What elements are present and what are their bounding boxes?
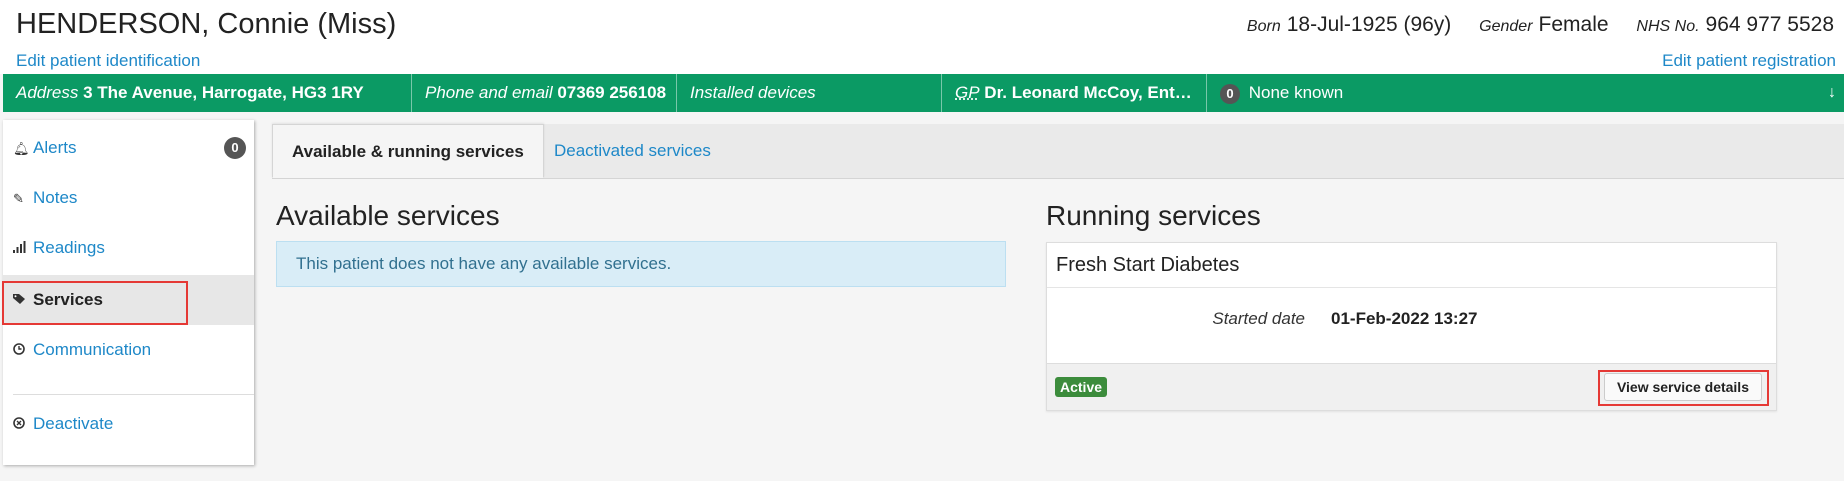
banner-allergies[interactable]: 0 None known (1207, 74, 1844, 112)
edit-patient-identification-link[interactable]: Edit patient identification (16, 51, 200, 71)
sidebar-item-services[interactable]: Services (3, 275, 254, 325)
address-label: Address (16, 83, 79, 102)
sidebar-item-deactivate[interactable]: Deactivate (3, 399, 254, 449)
born-value: 18-Jul-1925 (96y) (1286, 13, 1452, 36)
sidebar-item-label: Readings (33, 238, 105, 257)
bell-icon: 🔔︎ (13, 141, 30, 156)
patient-banner: Address 3 The Avenue, Harrogate, HG3 1RY… (3, 74, 1844, 112)
sidebar-item-readings[interactable]: Readings (3, 223, 254, 273)
phone-value: 07369 256108 (557, 83, 667, 102)
sidebar-divider (13, 394, 254, 395)
sidebar-item-label: Alerts (33, 138, 77, 157)
card-divider (1047, 287, 1776, 288)
no-available-services-message: This patient does not have any available… (276, 241, 1006, 287)
service-card: Fresh Start Diabetes Started date 01-Feb… (1046, 242, 1777, 411)
installed-devices-label: Installed devices (690, 83, 816, 102)
sidebar-item-notes[interactable]: ✎ Notes (3, 173, 254, 223)
services-tabs: Available & running services Deactivated… (272, 124, 1844, 179)
signal-icon (13, 224, 33, 274)
tab-available-running[interactable]: Available & running services (272, 124, 544, 178)
service-card-footer: Active View service details (1047, 363, 1776, 410)
patient-name: HENDERSON, Connie (Miss) (16, 8, 397, 40)
started-date-label: Started date (1212, 309, 1305, 328)
nhs-label: NHS No. (1636, 18, 1700, 35)
tab-deactivated[interactable]: Deactivated services (535, 124, 730, 178)
banner-address[interactable]: Address 3 The Avenue, Harrogate, HG3 1RY (3, 74, 412, 112)
tags-icon (13, 276, 33, 326)
cancel-circle-icon (13, 400, 33, 450)
alerts-count-badge: 0 (224, 137, 246, 159)
edit-patient-registration-link[interactable]: Edit patient registration (1662, 51, 1836, 71)
gender-label: Gender (1479, 18, 1533, 35)
nhs-value: 964 977 5528 (1705, 13, 1834, 36)
status-badge: Active (1055, 377, 1108, 397)
view-service-details-button[interactable]: View service details (1603, 373, 1762, 401)
banner-gp[interactable]: GP Dr. Leonard McCoy, Ent… (942, 74, 1207, 112)
allergy-count-badge: 0 (1220, 83, 1240, 104)
patient-demographics: Born 18-Jul-1925 (96y) Gender Female NHS N… (1247, 13, 1834, 37)
gender-value: Female (1538, 13, 1609, 36)
sidebar-item-label: Notes (33, 188, 78, 207)
sidebar-item-label: Deactivate (33, 414, 114, 433)
banner-phone[interactable]: Phone and email 07369 256108 (412, 74, 677, 112)
phone-label: Phone and email (425, 83, 553, 102)
gp-value: Dr. Leonard McCoy, Ent… (984, 83, 1192, 102)
gp-label: GP (955, 83, 980, 102)
sidebar-item-communication[interactable]: Communication (3, 325, 254, 375)
edit-icon: ✎ (13, 191, 24, 206)
patient-header: HENDERSON, Connie (Miss) Born 18-Jul-1925… (0, 0, 1844, 74)
allergy-text: None known (1248, 83, 1344, 102)
address-value: 3 The Avenue, Harrogate, HG3 1RY (83, 83, 364, 102)
banner-installed-devices[interactable]: Installed devices (677, 74, 942, 112)
clock-icon (13, 326, 33, 376)
born-label: Born (1246, 18, 1281, 35)
sidebar: 🔔︎ Alerts 0 ✎ Notes Readings Services Comm… (3, 120, 254, 465)
running-services-heading: Running services (1046, 200, 1261, 231)
expand-banner-icon[interactable]: ↓ (1828, 74, 1836, 111)
sidebar-item-label: Communication (33, 340, 152, 359)
available-services-heading: Available services (276, 200, 500, 231)
service-name: Fresh Start Diabetes (1056, 254, 1240, 276)
sidebar-item-alerts[interactable]: 🔔︎ Alerts 0 (3, 123, 254, 173)
started-date-value: 01-Feb-2022 13:27 (1331, 309, 1478, 328)
sidebar-item-label: Services (33, 290, 103, 309)
